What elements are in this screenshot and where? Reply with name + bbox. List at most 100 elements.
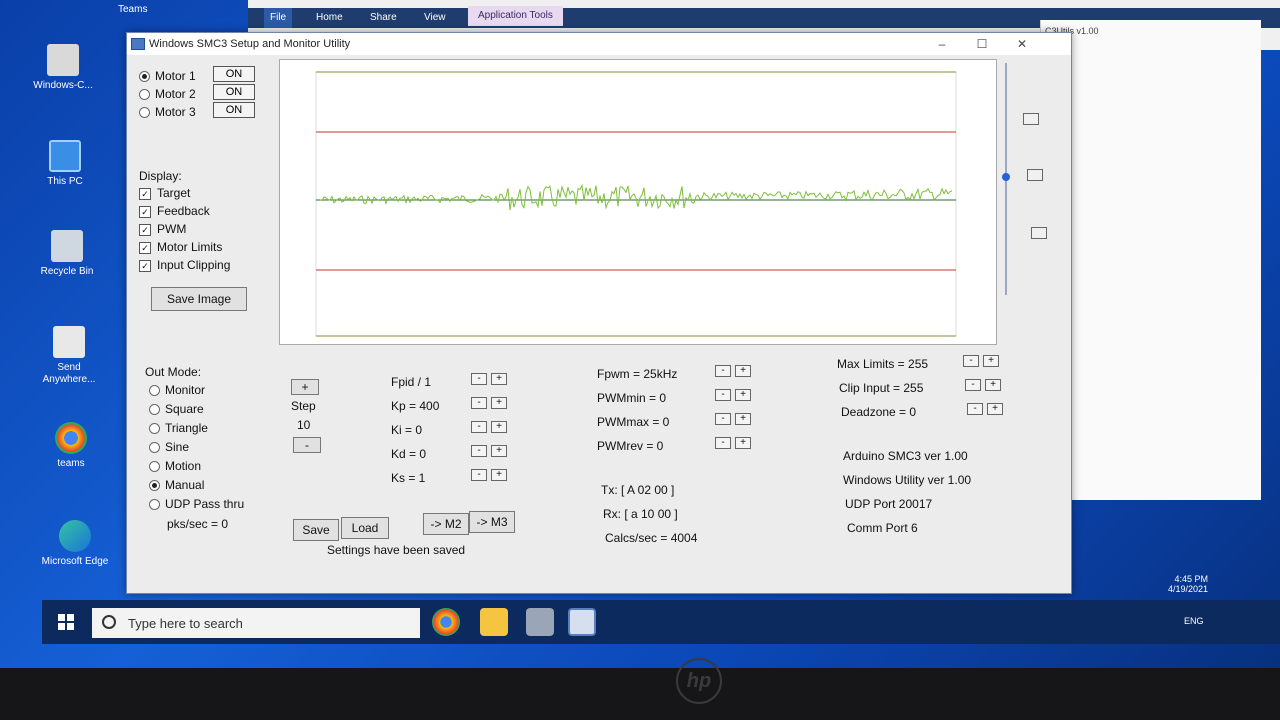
desktop-screen: Windows-C... This PC Recycle Bin Send An… <box>0 0 1280 668</box>
desktop-icon-windows[interactable]: Windows-C... <box>28 44 98 92</box>
minimize-button[interactable]: – <box>927 35 957 53</box>
pwm-label: PWM <box>157 222 187 236</box>
plot-area <box>315 71 957 337</box>
ks-minus-button[interactable]: - <box>471 469 487 481</box>
triangle-radio[interactable] <box>149 423 160 434</box>
ki-plus-button[interactable]: + <box>491 421 507 433</box>
ks-plus-button[interactable]: + <box>491 469 507 481</box>
deadzone-minus-button[interactable]: - <box>967 403 983 415</box>
clip-input-minus-button[interactable]: - <box>965 379 981 391</box>
pwmmin-label: PWMmin = 0 <box>597 391 667 405</box>
file-explorer-icon[interactable] <box>480 608 508 636</box>
max-limits-minus-button[interactable]: - <box>963 355 979 367</box>
motor-3-on-button[interactable]: ON <box>213 102 255 118</box>
windows-start-icon[interactable] <box>58 614 74 630</box>
pwmmax-minus-button[interactable]: - <box>715 413 731 425</box>
tab-share[interactable]: Share <box>370 12 397 23</box>
kp-minus-button[interactable]: - <box>471 397 487 409</box>
copy-to-m2-button[interactable]: -> M2 <box>423 513 469 535</box>
sine-radio[interactable] <box>149 442 160 453</box>
motor-2-radio[interactable] <box>139 89 150 100</box>
explorer-side-panel: C3Utils v1.00 <box>1040 20 1261 500</box>
clip-input-plus-button[interactable]: + <box>985 379 1001 391</box>
max-limits-plus-button[interactable]: + <box>983 355 999 367</box>
app-taskbar-icon[interactable] <box>526 608 554 636</box>
pwmmin-plus-button[interactable]: + <box>735 389 751 401</box>
app-icon <box>53 326 85 358</box>
utility-version: Windows Utility ver 1.00 <box>843 473 972 487</box>
file-icon <box>47 44 79 76</box>
target-checkbox[interactable]: ✓ <box>139 188 151 200</box>
manual-radio[interactable] <box>149 480 160 491</box>
pwmmin-minus-button[interactable]: - <box>715 389 731 401</box>
tab-home[interactable]: Home <box>316 12 343 23</box>
desktop-icon-this-pc[interactable]: This PC <box>30 140 100 188</box>
tab-file[interactable]: File <box>264 8 293 28</box>
kp-plus-button[interactable]: + <box>491 397 507 409</box>
fpwm-label: Fpwm = 25kHz <box>597 367 678 381</box>
feedback-label: Feedback <box>157 204 210 218</box>
pwmrev-plus-button[interactable]: + <box>735 437 751 449</box>
kd-plus-button[interactable]: + <box>491 445 507 457</box>
fpid-minus-button[interactable]: - <box>471 373 487 385</box>
fpid-plus-button[interactable]: + <box>491 373 507 385</box>
step-value: 10 <box>297 418 311 432</box>
desktop-icon-label: Send Anywhere... <box>42 362 96 385</box>
fpid-label: Fpid / 1 <box>391 375 432 389</box>
motion-radio[interactable] <box>149 461 160 472</box>
desktop-icon-label: This PC <box>47 176 83 187</box>
step-label: Step <box>291 399 316 413</box>
pwm-checkbox[interactable]: ✓ <box>139 224 151 236</box>
system-clock[interactable]: 4:45 PM 4/19/2021 <box>1168 574 1208 594</box>
load-button[interactable]: Load <box>341 517 389 539</box>
desktop-icon-teams[interactable]: teams <box>36 422 106 470</box>
fpwm-minus-button[interactable]: - <box>715 365 731 377</box>
sine-label: Sine <box>165 440 190 454</box>
motor-limits-checkbox[interactable]: ✓ <box>139 242 151 254</box>
side-button-middle[interactable] <box>1027 169 1043 181</box>
input-clipping-checkbox[interactable]: ✓ <box>139 260 151 272</box>
chrome-icon <box>55 422 87 454</box>
deadzone-label: Deadzone = 0 <box>841 405 917 419</box>
display-label: Display: <box>139 169 182 183</box>
pwmmax-plus-button[interactable]: + <box>735 413 751 425</box>
save-button[interactable]: Save <box>293 519 339 541</box>
motor-2-on-button[interactable]: ON <box>213 84 255 100</box>
smc3-window: Windows SMC3 Setup and Monitor Utility –… <box>126 32 1072 594</box>
status-message: Settings have been saved <box>327 543 466 557</box>
pwmmax-label: PWMmax = 0 <box>597 415 670 429</box>
taskbar-search[interactable]: Type here to search <box>92 608 420 638</box>
step-minus-button[interactable]: - <box>293 437 321 453</box>
motor-3-label: Motor 3 <box>155 105 196 119</box>
chrome-icon[interactable] <box>432 608 460 636</box>
motor-3-radio[interactable] <box>139 107 150 118</box>
close-button[interactable]: ✕ <box>1007 35 1037 53</box>
search-placeholder: Type here to search <box>128 616 243 631</box>
motor-1-on-button[interactable]: ON <box>213 66 255 82</box>
desktop-icon-send-anywhere[interactable]: Send Anywhere... <box>34 326 104 386</box>
tab-application-tools[interactable]: Application Tools <box>468 6 563 26</box>
tab-view[interactable]: View <box>424 12 446 23</box>
udp-pass-thru-radio[interactable] <box>149 499 160 510</box>
desktop-icon-edge[interactable]: Microsoft Edge <box>40 520 110 568</box>
smc3-taskbar-icon[interactable] <box>568 608 596 636</box>
copy-to-m3-button[interactable]: -> M3 <box>469 511 515 533</box>
side-button-bottom[interactable] <box>1031 227 1047 239</box>
fpwm-plus-button[interactable]: + <box>735 365 751 377</box>
desktop-icon-label: Microsoft Edge <box>41 556 109 567</box>
motor-1-radio[interactable] <box>139 71 150 82</box>
maximize-button[interactable]: ☐ <box>967 35 997 53</box>
feedback-checkbox[interactable]: ✓ <box>139 206 151 218</box>
save-image-button[interactable]: Save Image <box>151 287 247 311</box>
pwmrev-minus-button[interactable]: - <box>715 437 731 449</box>
step-plus-button[interactable]: + <box>291 379 319 395</box>
language-indicator[interactable]: ENG <box>1184 616 1204 626</box>
vertical-slider-knob[interactable] <box>1002 173 1010 181</box>
kd-minus-button[interactable]: - <box>471 445 487 457</box>
deadzone-plus-button[interactable]: + <box>987 403 1003 415</box>
square-radio[interactable] <box>149 404 160 415</box>
desktop-icon-recycle-bin[interactable]: Recycle Bin <box>32 230 102 278</box>
monitor-radio[interactable] <box>149 385 160 396</box>
ki-minus-button[interactable]: - <box>471 421 487 433</box>
side-button-top[interactable] <box>1023 113 1039 125</box>
